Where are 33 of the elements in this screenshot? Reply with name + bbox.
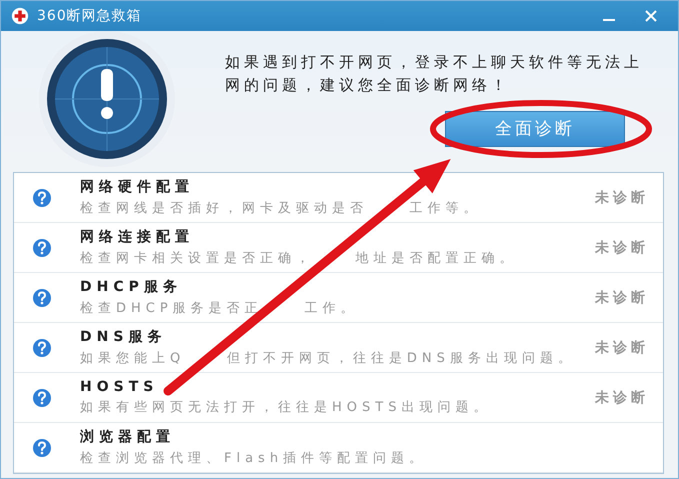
help-icon	[32, 388, 52, 408]
item-description: 工作等。	[410, 200, 482, 217]
item-description: 检查浏览器代理、Flash插件等配置问题。	[80, 450, 428, 467]
help-icon	[32, 438, 52, 458]
item-title: 网络连接配置	[80, 228, 195, 246]
item-title: DHCP服务	[80, 278, 183, 296]
status-label: 未诊断	[595, 338, 649, 356]
diagnosis-prompt: 如果遇到打不开网页，登录不上聊天软件等无法上网的问题，建议您全面诊断网络！	[225, 52, 644, 96]
item-title: HOSTS	[80, 379, 160, 395]
item-description: 如果您能上Q	[80, 350, 186, 367]
item-title: 浏览器配置	[80, 428, 176, 446]
status-label: 未诊断	[595, 188, 649, 206]
help-icon	[32, 188, 52, 208]
status-label: 未诊断	[595, 288, 649, 306]
help-icon	[32, 338, 52, 358]
alert-gauge-icon	[37, 28, 177, 168]
item-description: 检查DHCP服务是否正	[80, 300, 263, 317]
item-title: 网络硬件配置	[80, 178, 195, 196]
status-label: 未诊断	[595, 388, 649, 406]
help-icon	[32, 238, 52, 258]
status-label: 未诊断	[595, 238, 649, 256]
item-description: 如果有些网页无法打开，往往是HOSTS出现问题。	[80, 399, 492, 416]
item-description: 工作。	[304, 300, 358, 317]
item-description: 地址是否配置正确。	[356, 250, 518, 267]
item-description: 检查网线是否插好，网卡及驱动是否	[80, 200, 368, 217]
first-aid-icon	[11, 7, 29, 25]
item-description: 检查网卡相关设置是否正确，	[80, 250, 314, 267]
full-diagnosis-button[interactable]: 全面诊断	[445, 110, 625, 146]
item-description: 但打不开网页，往往是DNS服务出现问题。	[226, 350, 576, 367]
close-icon[interactable]	[644, 9, 658, 23]
help-icon	[32, 288, 52, 308]
item-title: DNS服务	[80, 328, 168, 346]
window-title: 360断网急救箱	[37, 7, 142, 25]
